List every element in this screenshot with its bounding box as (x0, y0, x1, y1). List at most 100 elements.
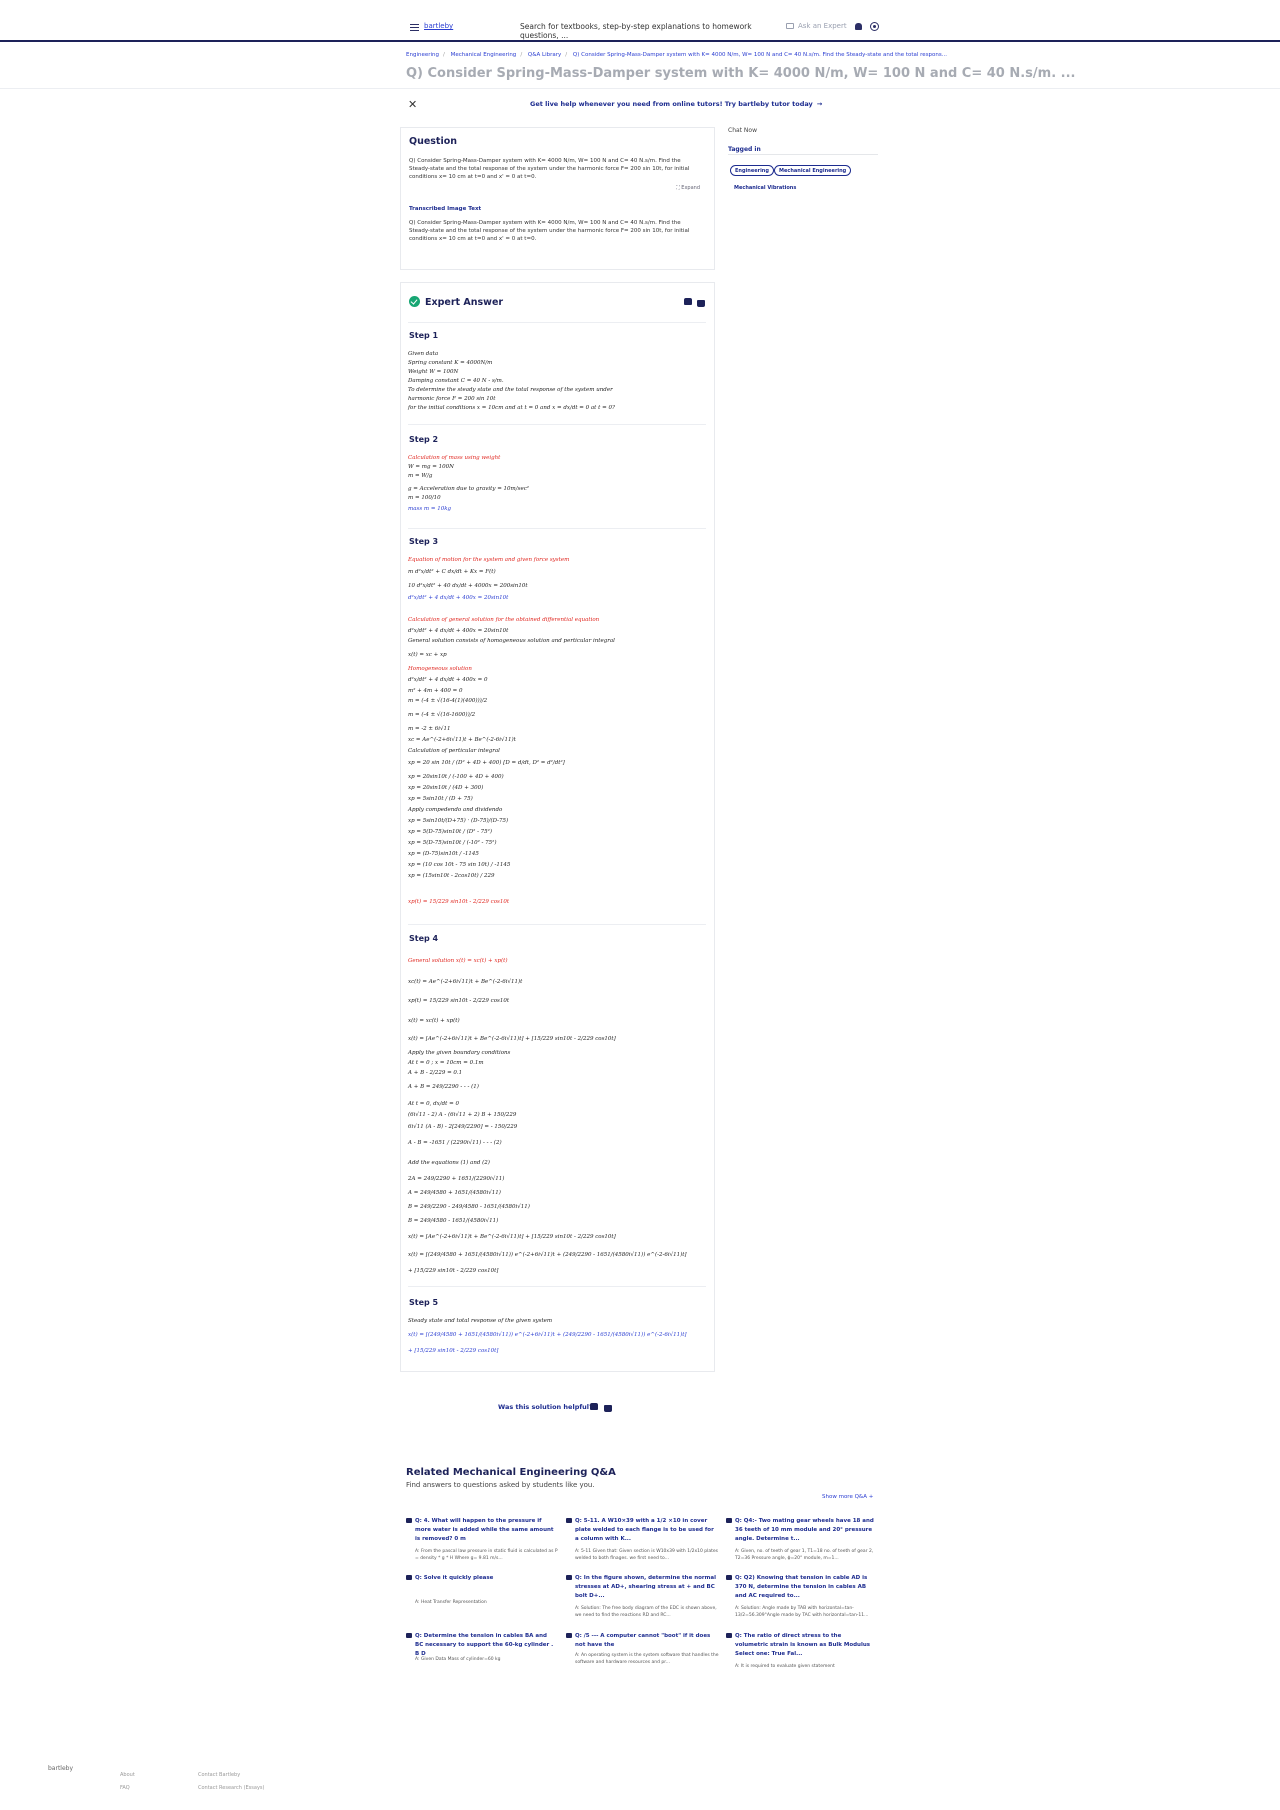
breadcrumb-mechanical-engineering[interactable]: Mechanical Engineering (451, 52, 517, 58)
related-question-link[interactable]: Q: 4. What will happen to the pressure i… (406, 1517, 556, 1544)
step-4-line: A - B = -1651 / (2290i√11) - - - (2) (408, 1140, 502, 1146)
step-2-line: Calculation of mass using weight (408, 455, 501, 461)
footer-link-contact-research[interactable]: Contact Research (Essays) (198, 1785, 264, 1791)
related-question-link[interactable]: Q: Solve it quickly please (406, 1574, 556, 1583)
step-3-line: Homogeneous solution (408, 666, 472, 672)
related-answer-preview: A: An operating system is the system sof… (575, 1653, 719, 1665)
footer-link-faq[interactable]: FAQ (120, 1785, 130, 1791)
related-question-link[interactable]: Q: 5-11. A W10×39 with a 1/2 ×10 in cove… (566, 1517, 716, 1544)
expand-button[interactable]: ⛶ Expand (676, 185, 700, 191)
breadcrumb-qa-library[interactable]: Q&A Library (528, 52, 561, 58)
related-question-text: Q: Q2) Knowing that tension in cable AD … (735, 1575, 868, 1599)
divider (408, 1286, 706, 1287)
step-3-line: xp = (10 cos 10t - 75 sin 10t) / -1145 (408, 862, 511, 868)
step-3-line: General solution consists of homogeneous… (408, 638, 615, 644)
related-answer-preview: A: Given Data Mass of cylinder=60 kg (415, 1657, 501, 1662)
breadcrumb-engineering[interactable]: Engineering (406, 52, 439, 58)
related-answer-preview: A: Solution: The free body diagram of th… (575, 1606, 717, 1618)
divider (408, 528, 706, 529)
step-4-line: General solution x(t) = xc(t) + xp(t) (408, 958, 508, 964)
step-3-line: xc = Ae^(-2+6i√11)t + Be^(-2-6i√11)t (408, 737, 516, 743)
bartleby-logo[interactable]: bartleby (424, 22, 453, 30)
chat-bubble-icon (786, 23, 794, 29)
close-banner-icon[interactable]: ✕ (408, 98, 417, 111)
step-3-line: xp = 20sin10t / (4D + 300) (408, 785, 484, 791)
step-3-line: xp = (15sin10t - 2cos10t) / 229 (408, 873, 495, 879)
question-heading: Question (409, 136, 458, 147)
thumbs-up-icon[interactable] (684, 298, 692, 305)
tag-mechanical-engineering[interactable]: Mechanical Engineering (774, 165, 852, 176)
user-account-icon[interactable] (870, 22, 879, 31)
step-3-line: xp = 20sin10t / (-100 + 4D + 400) (408, 774, 504, 780)
related-question-link[interactable]: Q: The ratio of direct stress to the vol… (726, 1632, 876, 1659)
related-question-link[interactable]: Q: /5 --- A computer cannot "boot" if it… (566, 1632, 716, 1650)
step-2-line: mass m = 10kg (408, 506, 452, 512)
top-navbar: bartleby Search for textbooks, step-by-s… (0, 0, 1280, 42)
step-3-title: Step 3 (409, 537, 439, 546)
related-question-link[interactable]: Q: Q2) Knowing that tension in cable AD … (726, 1574, 876, 1601)
related-qa-title: Related Mechanical Engineering Q&A (406, 1467, 616, 1478)
helpful-thumbs-down-icon[interactable] (604, 1405, 612, 1412)
helpful-thumbs-up-icon[interactable] (590, 1403, 598, 1410)
footer-bartleby-logo[interactable]: bartleby (48, 1765, 73, 1772)
step-3-line: xp = 5(D-75)sin10t / (D² - 75²) (408, 829, 493, 835)
step-3-line: Apply compedendo and dividendo (408, 807, 503, 813)
step-3-line: m² + 4m + 400 = 0 (408, 688, 463, 694)
tagged-in-heading: Tagged in (728, 146, 761, 153)
related-question-link[interactable]: Q: Q4:- Two mating gear wheels have 18 a… (726, 1517, 876, 1544)
related-question-link[interactable]: Q: In the figure shown, determine the no… (566, 1574, 716, 1601)
question-icon (406, 1575, 412, 1580)
step-3-line: xp = 20 sin 10t / (D² + 4D + 400) [D = d… (408, 760, 565, 766)
arrow-right-icon: → (816, 100, 823, 108)
footer-link-about[interactable]: About (120, 1772, 135, 1778)
step-5-line: + [15/229 sin10t - 2/229 cos10t] (408, 1348, 499, 1354)
step-4-line: x(t) = [Ae^(-2+6i√11)t + Be^(-2-6i√11)t]… (408, 1036, 616, 1042)
show-more-qa-button[interactable]: Show more Q&A + (822, 1494, 873, 1500)
question-icon (726, 1518, 732, 1523)
question-icon (406, 1518, 412, 1523)
step-3-line: x(t) = xc + xp (408, 652, 447, 658)
step-2-line: m = W/g (408, 473, 433, 479)
question-card: Question Q) Consider Spring-Mass-Damper … (400, 127, 715, 270)
step-5-line: Steady state and total response of the g… (408, 1318, 553, 1324)
ask-expert-button[interactable]: Ask an Expert (786, 22, 847, 30)
step-4-line: 2A = 249/2290 + 1651/(2290i√11) (408, 1176, 505, 1182)
search-input[interactable]: Search for textbooks, step-by-step expla… (520, 22, 760, 40)
step-3-line: m = (-4 ± √(16-1600))/2 (408, 712, 476, 718)
solution-helpful-prompt: Was this solution helpful? (498, 1403, 593, 1411)
related-question-text: Q: The ratio of direct stress to the vol… (735, 1633, 871, 1657)
divider (0, 88, 1280, 89)
related-question-text: Q: /5 --- A computer cannot "boot" if it… (575, 1633, 711, 1648)
step-1-line: for the initial conditions x = 10cm and … (408, 405, 615, 411)
chat-now-image[interactable]: Chat Now (728, 127, 757, 134)
tutor-banner-link[interactable]: Get live help whenever you need from onl… (530, 100, 822, 108)
related-question-text: Q: In the figure shown, determine the no… (575, 1575, 716, 1599)
page-title: Q) Consider Spring-Mass-Damper system wi… (406, 66, 1076, 81)
step-3-line: m = -2 ± 6i√11 (408, 726, 451, 732)
hamburger-menu-icon[interactable] (410, 24, 419, 31)
breadcrumb-current-question: Q) Consider Spring-Mass-Damper system wi… (572, 52, 948, 58)
tag-engineering[interactable]: Engineering (730, 165, 774, 176)
question-icon (566, 1518, 572, 1523)
step-4-line: At t = 0 ; x = 10cm = 0.1m (408, 1060, 484, 1066)
divider (408, 924, 706, 925)
breadcrumb: Engineering / Mechanical Engineering / Q&A… (406, 52, 948, 58)
question-image-alt-text: Q) Consider Spring-Mass-Damper system wi… (409, 158, 690, 180)
tag-mechanical-vibrations[interactable]: Mechanical Vibrations (734, 185, 796, 191)
transcribed-text: Q) Consider Spring-Mass-Damper system wi… (409, 220, 690, 242)
step-1-line: To determine the steady state and the to… (408, 387, 613, 393)
step-3-line: xp = 5(D-75)sin10t / (-10² - 75²) (408, 840, 497, 846)
question-icon (726, 1633, 732, 1638)
related-question-text: Q: Determine the tension in cables BA an… (415, 1633, 554, 1657)
related-question-text: Q: 4. What will happen to the pressure i… (415, 1518, 554, 1542)
step-5-line: x(t) = [(249/4580 + 1651/(4580i√11)) e^(… (408, 1332, 687, 1338)
thumbs-down-icon[interactable] (697, 300, 705, 307)
expert-answer-header: Expert Answer (409, 296, 503, 308)
notification-bell-icon[interactable] (855, 23, 862, 30)
related-question-link[interactable]: Q: Determine the tension in cables BA an… (406, 1632, 556, 1659)
ask-expert-label: Ask an Expert (798, 22, 847, 30)
step-2-line: g = Acceleration due to gravity = 10m/se… (408, 486, 529, 492)
footer-link-contact[interactable]: Contact Bartleby (198, 1772, 240, 1778)
step-4-line: A + B = 249/2290 - - - (1) (408, 1084, 479, 1090)
related-answer-preview: A: From the pascal law pressure in stati… (415, 1549, 558, 1561)
